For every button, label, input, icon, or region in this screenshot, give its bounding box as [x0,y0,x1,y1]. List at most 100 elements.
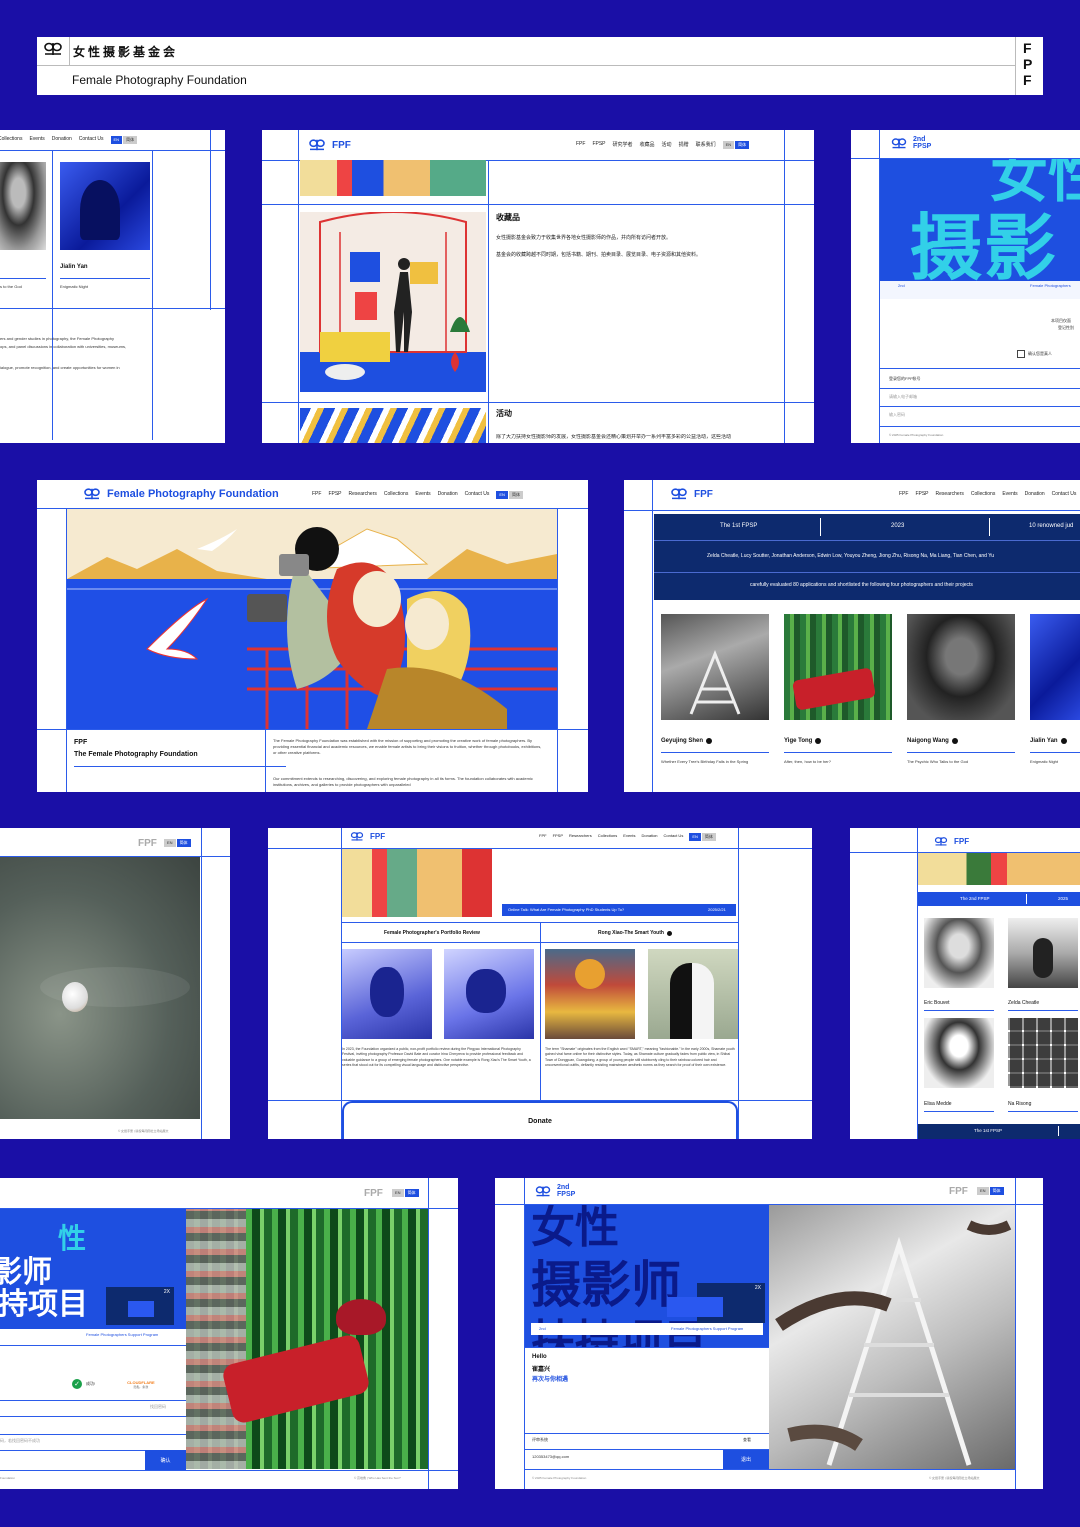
nav-collections[interactable]: Collections [598,833,618,841]
nav-collections[interactable]: Collections [384,491,408,499]
fpf-wordmark[interactable]: FPF [364,1188,383,1199]
nav-events[interactable]: Events [29,136,44,144]
nav-fpsp[interactable]: FPSP [592,141,605,149]
event-item-row[interactable]: Online Talk: What Are Female Photography… [502,904,736,916]
nav-collections[interactable]: Collections [971,491,995,497]
nav-donation[interactable]: Donation [52,136,72,144]
name-elisa[interactable]: Elisa Medde [924,1101,952,1107]
check-icon: ✓ [72,1379,82,1389]
nav-collections[interactable]: Collections [0,136,22,144]
name-eric[interactable]: Eric Bouvet [924,1000,950,1006]
lang-switch[interactable]: EN 简体 [977,1187,1004,1195]
nav-contact[interactable]: Contact Us [1052,491,1077,497]
nav-contact[interactable]: Contact Us [664,833,684,841]
nav-contact[interactable]: Contact Us [79,136,104,144]
lang-switch[interactable]: EN 简体 [689,833,716,841]
nav-donation[interactable]: Donation [438,491,458,499]
fpsp-logo[interactable]: 2nd FPSP [889,136,931,150]
screenshot-fpsp-dashboard: 2ndFPSP FPF EN简体 女性 摄影师 扶持项目 2X 2nd Fema… [495,1178,1043,1489]
nav-researchers[interactable]: Researchers [569,833,592,841]
about-paragraph-2: Our commitment extends to researching, d… [273,776,533,787]
nav-contact[interactable]: 联系我们 [696,141,716,149]
notice-2: 登记性别 [1058,325,1074,330]
greeting-name: 崔嘉兴 [532,1367,551,1373]
fpf-wordmark[interactable]: FPF [138,838,157,849]
nav-researchers[interactable]: Researchers [349,491,377,499]
lang-switch[interactable]: EN 简体 [496,491,523,499]
fpf-logo[interactable]: Female Photography Foundation [81,487,279,501]
captcha-widget[interactable]: ✓ 成功! CLOUDFLARE 隐私 · 条款 [72,1374,182,1394]
name-na[interactable]: Na Risong [1008,1101,1031,1107]
fpf-wordmark[interactable]: FPF [949,1186,968,1197]
nav-events[interactable]: Events [623,833,635,841]
nav-donation[interactable]: Donation [1025,491,1045,497]
nav-fpsp[interactable]: FPSP [328,491,341,499]
screenshot-fpsp-results-en: FPF FPF FPSP Researchers Collections Eve… [624,480,1080,792]
confirm-button[interactable]: 确认 [145,1450,186,1470]
nav-fpf[interactable]: FPF [899,491,908,497]
first-edition-row[interactable]: The 1st FPSP [918,1124,1080,1139]
email-field[interactable]: 请输入电子邮箱 [889,394,917,400]
header-title-en: Female Photography Foundation [72,73,247,87]
nav-events[interactable]: Events [1002,491,1017,497]
fpf-logo[interactable]: FPF [668,487,713,501]
screenshot-collections-cn: FPF FPF FPSP 研究学者 收藏品 活动 捐赠 联系我们 EN简体 收 [262,130,814,443]
lang-switch[interactable]: EN 简体 [722,141,750,149]
fpf-logo[interactable]: FPF [348,831,385,842]
captcha-status: 成功! [86,1381,96,1386]
nav-fpsp[interactable]: FPSP [553,833,563,841]
lang-switch[interactable]: EN 简体 [164,839,191,847]
caption-geyujing: Whether Every Tree's Birthday Falls in t… [661,759,749,764]
nav-donation[interactable]: 捐赠 [679,141,689,149]
footer-copyright: © 2025 Female Photography Foundation [889,433,944,437]
fpf-logo-icon [934,837,948,846]
review-text: In 2023, the Foundation organized a publ… [342,1047,531,1067]
user-email: 120353473@qq.com [532,1454,570,1459]
name-yige[interactable]: Yige Tong [784,738,822,744]
name-zelda[interactable]: Zelda Cheatle [1008,1000,1039,1006]
review-system-link[interactable]: 评审系统 [532,1437,548,1443]
nav-fpf[interactable]: FPF [576,141,585,149]
first-edition-label: The 1st FPSP [974,1128,1003,1133]
password-field[interactable]: 输入密码 [889,412,905,418]
researcher-name[interactable]: Jialin Yan [60,264,88,270]
donate-button[interactable]: Donate [342,1101,738,1139]
fpf-logo[interactable] [42,41,64,57]
view-link[interactable]: 查看 [743,1437,751,1443]
fpf-logo[interactable]: FPF [932,836,969,847]
name-geyujing[interactable]: Geyujing Shen [661,738,713,744]
nav-donation[interactable]: Donation [642,833,658,841]
nav-researchers[interactable]: Researchers [936,491,964,497]
card7-nav: FPF FPSP Researchers Collections Events … [539,833,716,841]
hero-tag-left: 2nd [539,1326,546,1331]
fpf-logo[interactable]: FPF [306,138,351,152]
human-checkbox[interactable]: 确认您是真人 [1017,349,1080,359]
side-letter-f1: F [1023,40,1032,56]
nav-researchers[interactable]: 研究学者 [613,141,633,149]
screenshot-fpsp-reset-password: FPF EN 简体 性 影师 持项目 2X Female Photographer… [0,1178,458,1489]
name-naigong[interactable]: Naigong Wang [907,738,958,744]
nav-fpsp[interactable]: FPSP [915,491,928,497]
hero-badge: 2X [106,1287,174,1325]
collections-text-1: 女性摄影基金会致力于收集世界各地女性摄影师的作品，并向所有访问者开放。 [496,235,672,241]
nav-contact[interactable]: Contact Us [465,491,490,499]
col-smart-youth[interactable]: Rong Xiao-The Smart Youth [598,930,672,936]
event-title[interactable]: Online Talk: What Are Female Photography… [508,907,624,912]
fpsp-logo[interactable]: 2nd FPSP [533,1184,575,1198]
nav-events[interactable]: Events [415,491,430,499]
photo-fabric-insect [0,857,200,1119]
nav-collections[interactable]: 收藏品 [640,141,655,149]
nav-fpf[interactable]: FPF [539,833,547,841]
photo-portrait-bw [0,162,46,250]
name-jialin[interactable]: Jialin Yan [1030,738,1067,744]
nav-fpf[interactable]: FPF [312,491,321,499]
greeting-welcome: 再次与你相遇 [532,1377,569,1383]
lang-switch[interactable]: EN 简体 [392,1189,419,1197]
edition-year: 2025 [1058,896,1069,901]
nav-events[interactable]: 活动 [662,141,672,149]
fpf-logo-icon [44,42,62,55]
logout-button[interactable]: 退出 [723,1450,769,1469]
header-title-cn: 女性摄影基金会 [73,45,179,59]
illustration-collections [300,212,486,392]
lang-switch[interactable]: EN 简体 [110,136,138,144]
